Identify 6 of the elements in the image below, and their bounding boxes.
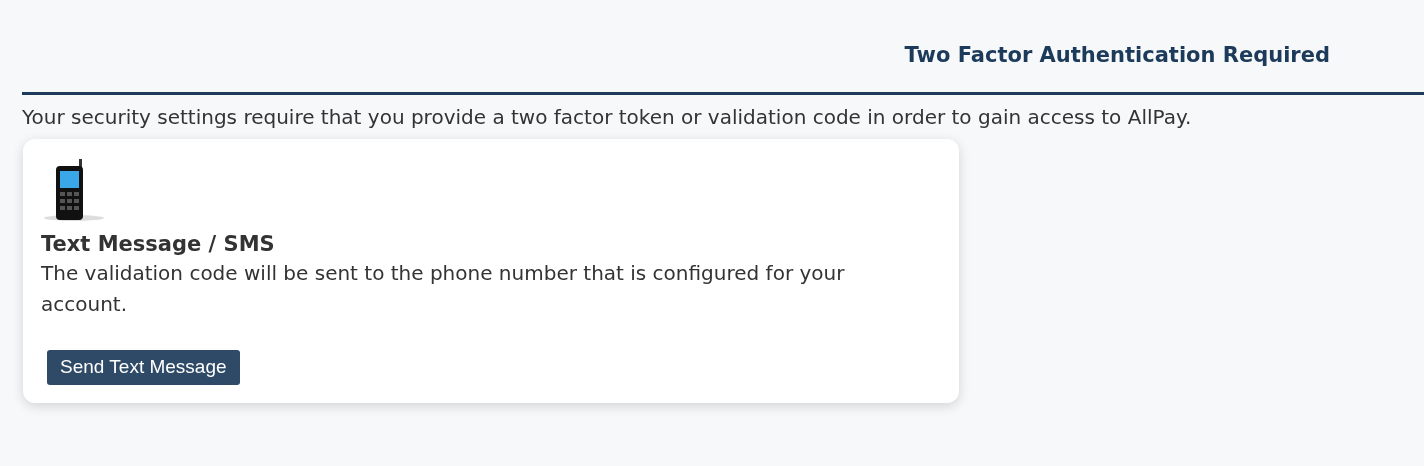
mobile-phone-icon xyxy=(41,157,107,223)
send-button[interactable]: Send Text Message xyxy=(47,350,240,385)
method-title: Text Message / SMS xyxy=(41,231,276,258)
page-title: Two Factor Authentication Required xyxy=(904,42,1330,69)
method-description: The validation code will be sent to the phone number that is configured for your account. xyxy=(41,260,846,319)
intro-text: Your security settings require that you provide a two factor token or validation code in order to gain access to AllPay. xyxy=(22,104,1193,131)
